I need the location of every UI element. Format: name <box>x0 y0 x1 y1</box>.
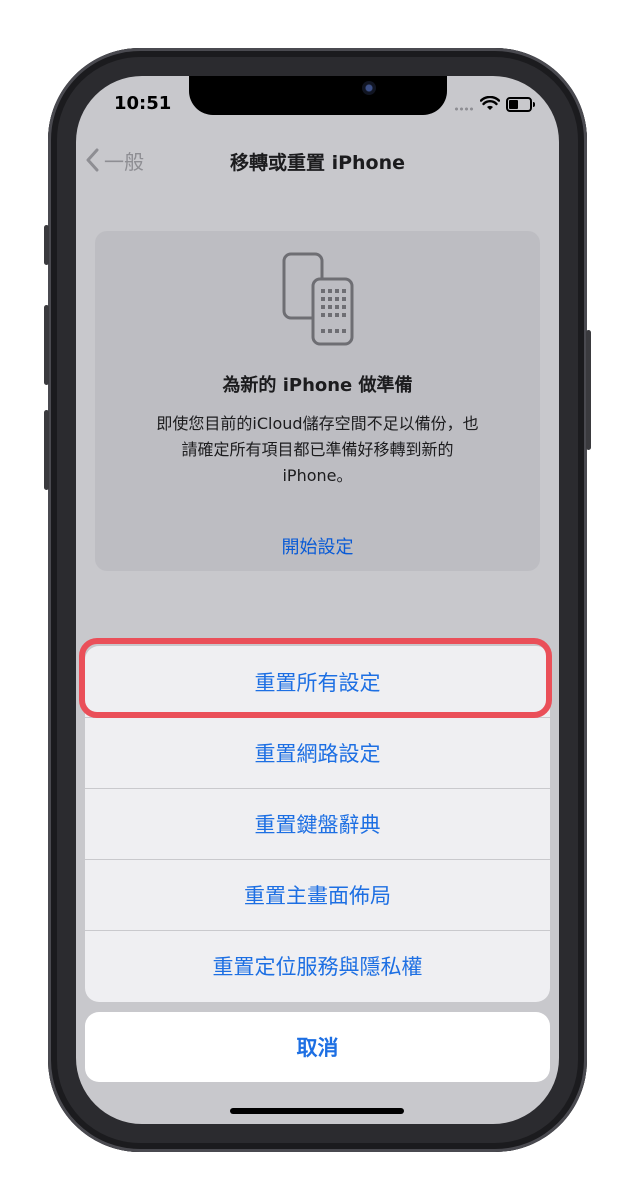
get-started-link[interactable]: 開始設定 <box>95 533 540 559</box>
reset-keyboard-dictionary-button[interactable]: 重置鍵盤辭典 <box>85 788 550 859</box>
reset-location-privacy-button[interactable]: 重置定位服務與隱私權 <box>85 930 550 1001</box>
camera-icon <box>362 81 376 95</box>
volume-down-button <box>44 410 49 490</box>
prepare-card: 為新的 iPhone 做準備 即使您目前的iCloud儲存空間不足以備份，也 請… <box>95 231 540 571</box>
card-description-line: iPhone。 <box>282 466 353 485</box>
reset-home-screen-layout-button[interactable]: 重置主畫面佈局 <box>85 859 550 930</box>
silent-switch <box>44 225 49 265</box>
home-indicator[interactable] <box>230 1108 404 1114</box>
battery-icon <box>506 97 535 112</box>
signal-icon <box>454 107 474 111</box>
highlight-box <box>79 638 552 718</box>
iphone-transfer-icon <box>282 252 354 346</box>
card-description-line: 請確定所有項目都已準備好移轉到新的 <box>181 440 454 459</box>
side-button <box>586 330 591 450</box>
notch <box>189 76 447 115</box>
reset-network-settings-button[interactable]: 重置網路設定 <box>85 717 550 788</box>
screen: 10:51 一般 移轉或重置 iPhone 為新的 iPhone 做準備 即使您… <box>76 76 559 1124</box>
volume-up-button <box>44 305 49 385</box>
card-title: 為新的 iPhone 做準備 <box>222 375 413 396</box>
card-description: 即使您目前的iCloud儲存空間不足以備份，也 請確定所有項目都已準備好移轉到新… <box>119 411 516 489</box>
card-description-line: 即使您目前的iCloud儲存空間不足以備份，也 <box>156 414 479 433</box>
cancel-button[interactable]: 取消 <box>85 1012 550 1082</box>
wifi-icon <box>480 96 500 110</box>
status-time: 10:51 <box>114 93 172 114</box>
page-title: 移轉或重置 iPhone <box>229 152 406 174</box>
